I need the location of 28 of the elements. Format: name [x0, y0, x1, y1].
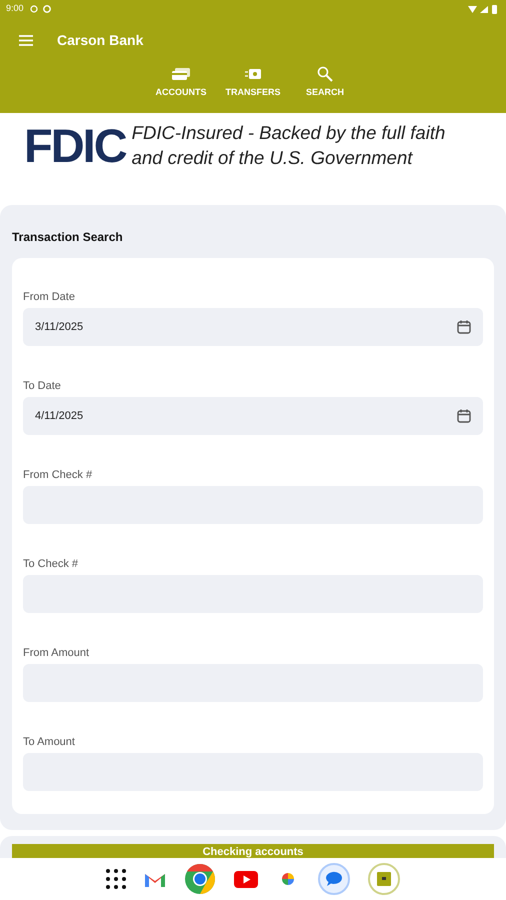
app-icon[interactable] — [368, 863, 400, 895]
nav-tab[interactable]: SEARCH — [296, 62, 354, 108]
menu-icon[interactable] — [19, 34, 33, 46]
status-time: 9:00 — [6, 2, 24, 16]
panel-title: Transaction Search — [12, 229, 124, 246]
status-icons — [468, 4, 500, 14]
browser-icon[interactable] — [184, 863, 216, 895]
app-title: Carson Bank — [57, 30, 144, 50]
field-label: From Check # — [23, 469, 94, 481]
money-transfer-icon — [245, 69, 261, 79]
app-grid-icon[interactable] — [106, 869, 126, 889]
fdic-text: FDIC-Insured - Backed by the full faith and credit of the U.S. Government — [132, 121, 446, 170]
chat-bubble-icon[interactable] — [318, 863, 350, 895]
field-label: From Amount — [23, 647, 90, 659]
field-label: From Date — [23, 291, 76, 303]
field-label: To Check # — [23, 558, 80, 570]
field-label: To Amount — [23, 736, 76, 748]
calendar-icon[interactable] — [457, 409, 471, 423]
search-icon — [317, 66, 333, 82]
calendar-icon[interactable] — [457, 320, 471, 334]
cards-icon — [172, 68, 190, 80]
field-label: To Date — [23, 380, 62, 392]
input-field[interactable]: 4/11/2025 — [23, 397, 483, 435]
play-icon[interactable] — [234, 870, 258, 888]
nav-tab[interactable]: ACCOUNTS — [152, 62, 210, 108]
nav-tab[interactable]: TRANSFERS — [224, 62, 282, 108]
input-field[interactable]: 3/11/2025 — [23, 308, 483, 346]
fdic-logo: FDIC — [24, 122, 126, 168]
